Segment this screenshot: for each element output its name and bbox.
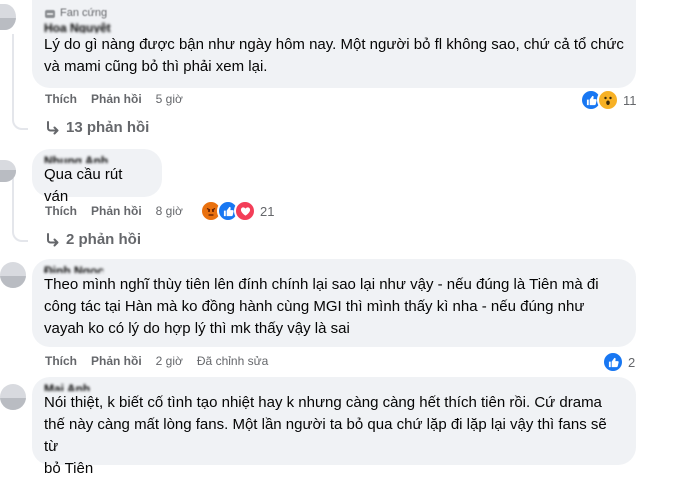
replies-label: 2 phản hồi <box>66 231 141 248</box>
view-replies-link[interactable]: 2 phản hồi <box>46 231 141 248</box>
reaction-count: 21 <box>260 203 275 219</box>
reaction-summary[interactable]: 2 <box>602 351 635 373</box>
reply-arrow-icon <box>47 120 59 134</box>
fan-badge: Fan cứng <box>44 6 624 20</box>
edited-label[interactable]: Đã chỉnh sửa <box>197 354 268 368</box>
like-button[interactable]: Thích <box>45 204 77 218</box>
comment-author[interactable]: Nhung Anh <box>44 154 150 163</box>
reply-button[interactable]: Phản hồi <box>91 204 142 218</box>
reaction-count: 11 <box>623 92 637 108</box>
comment-text: Lý do gì nàng được bận như ngày hôm nay.… <box>44 36 624 75</box>
comment-actions: Thích Phản hồi 8 giờ <box>45 204 197 218</box>
reply-button[interactable]: Phản hồi <box>91 354 142 368</box>
love-reaction-icon <box>234 200 256 222</box>
timestamp[interactable]: 5 giờ <box>156 92 183 106</box>
view-replies-link[interactable]: 13 phản hồi <box>46 119 149 136</box>
like-button[interactable]: Thích <box>45 354 77 368</box>
comment-author[interactable]: Hoa Nguyệt <box>44 21 624 33</box>
avatar[interactable] <box>0 384 26 410</box>
reaction-count: 2 <box>628 354 636 370</box>
thread-curve <box>12 226 28 242</box>
thread-line <box>12 178 14 232</box>
comment-actions: Thích Phản hồi 5 giờ <box>45 92 197 106</box>
comment-actions: Thích Phản hồi 2 giờ Đã chỉnh sửa <box>45 354 268 368</box>
comment-author[interactable]: Đinh Ngọc <box>44 264 624 273</box>
comment-bubble: Fan cứng Hoa Nguyệt Lý do gì nàng được b… <box>32 0 636 88</box>
timestamp[interactable]: 2 giờ <box>156 354 183 368</box>
reaction-summary[interactable]: 21 <box>200 200 274 222</box>
comment-text: Theo mình nghĩ thùy tiên lên đính chính … <box>44 276 599 337</box>
badge-label: Fan cứng <box>60 7 108 19</box>
avatar[interactable] <box>0 4 16 30</box>
comment-text: Qua cầu rút ván <box>44 166 123 205</box>
wow-reaction-icon <box>597 89 619 111</box>
comment-text: Nói thiệt, k biết cố tình tạo nhiệt hay … <box>44 394 607 477</box>
thread-line <box>12 34 14 120</box>
like-button[interactable]: Thích <box>45 92 77 106</box>
avatar[interactable] <box>0 160 16 182</box>
badge-icon <box>44 7 56 19</box>
comment-bubble: Đinh Ngọc Theo mình nghĩ thùy tiên lên đ… <box>32 259 636 347</box>
reaction-summary[interactable]: 11 <box>580 89 637 111</box>
timestamp[interactable]: 8 giờ <box>156 204 183 218</box>
comment-bubble: Nhung Anh Qua cầu rút ván <box>32 149 162 205</box>
like-reaction-icon <box>602 351 624 373</box>
comment-author[interactable]: Mai Anh <box>44 382 624 391</box>
reply-arrow-icon <box>47 232 59 246</box>
reply-button[interactable]: Phản hồi <box>91 92 142 106</box>
avatar[interactable] <box>0 262 26 288</box>
thread-curve <box>12 114 28 130</box>
replies-label: 13 phản hồi <box>66 119 150 136</box>
comment-bubble: Mai Anh Nói thiệt, k biết cố tình tạo nh… <box>32 377 636 477</box>
